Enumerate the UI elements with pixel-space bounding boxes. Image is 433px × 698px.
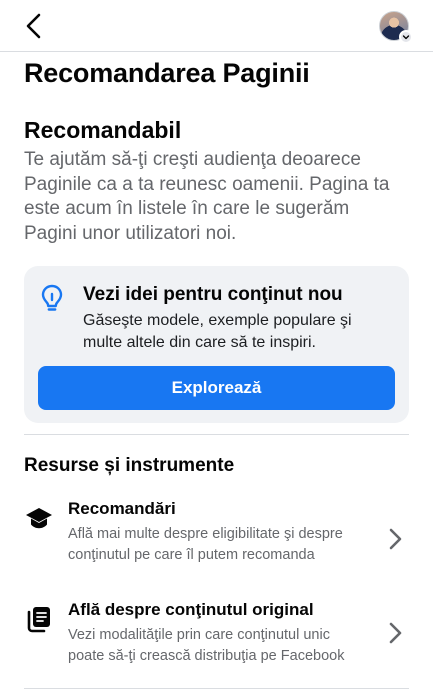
content-ideas-title: Vezi idei pentru conţinut nou — [83, 284, 343, 305]
section-divider — [24, 688, 409, 689]
content-ideas-description: Găseşte modele, exemple populare şi mult… — [83, 312, 352, 351]
profile-switcher-button[interactable] — [379, 11, 413, 44]
top-navigation-bar — [0, 0, 433, 52]
resource-description: Vezi modalităţile prin care conţinutul u… — [68, 627, 345, 664]
resource-title: Recomandări — [68, 499, 176, 518]
chevron-right-icon — [386, 620, 404, 646]
chevron-left-icon — [26, 13, 41, 39]
chevron-down-icon — [399, 30, 413, 44]
chevron-right-icon — [386, 526, 404, 552]
recommendation-description: Te ajutăm să-ţi creşti audienţa deoarece… — [24, 149, 390, 244]
recommendation-status-title: Recomandabil — [24, 117, 182, 143]
back-button[interactable] — [22, 12, 46, 40]
resource-item-recommendations[interactable]: Recomandări Află mai multe despre eligib… — [0, 497, 433, 587]
original-content-icon — [24, 604, 54, 634]
section-divider — [24, 434, 409, 435]
content-ideas-card: Vezi idei pentru conţinut nou Găseşte mo… — [24, 266, 409, 423]
explore-button[interactable]: Explorează — [38, 366, 395, 410]
graduation-cap-icon — [24, 503, 54, 533]
resource-description: Află mai multe despre eligibilitate şi d… — [68, 526, 343, 563]
resource-title: Află despre conţinutul original — [68, 600, 314, 619]
resource-item-original-content[interactable]: Află despre conţinutul original Vezi mod… — [0, 598, 433, 678]
lightbulb-icon — [39, 283, 65, 315]
page-title: Recomandarea Paginii — [24, 58, 310, 88]
resources-section-title: Resurse și instrumente — [24, 455, 235, 476]
